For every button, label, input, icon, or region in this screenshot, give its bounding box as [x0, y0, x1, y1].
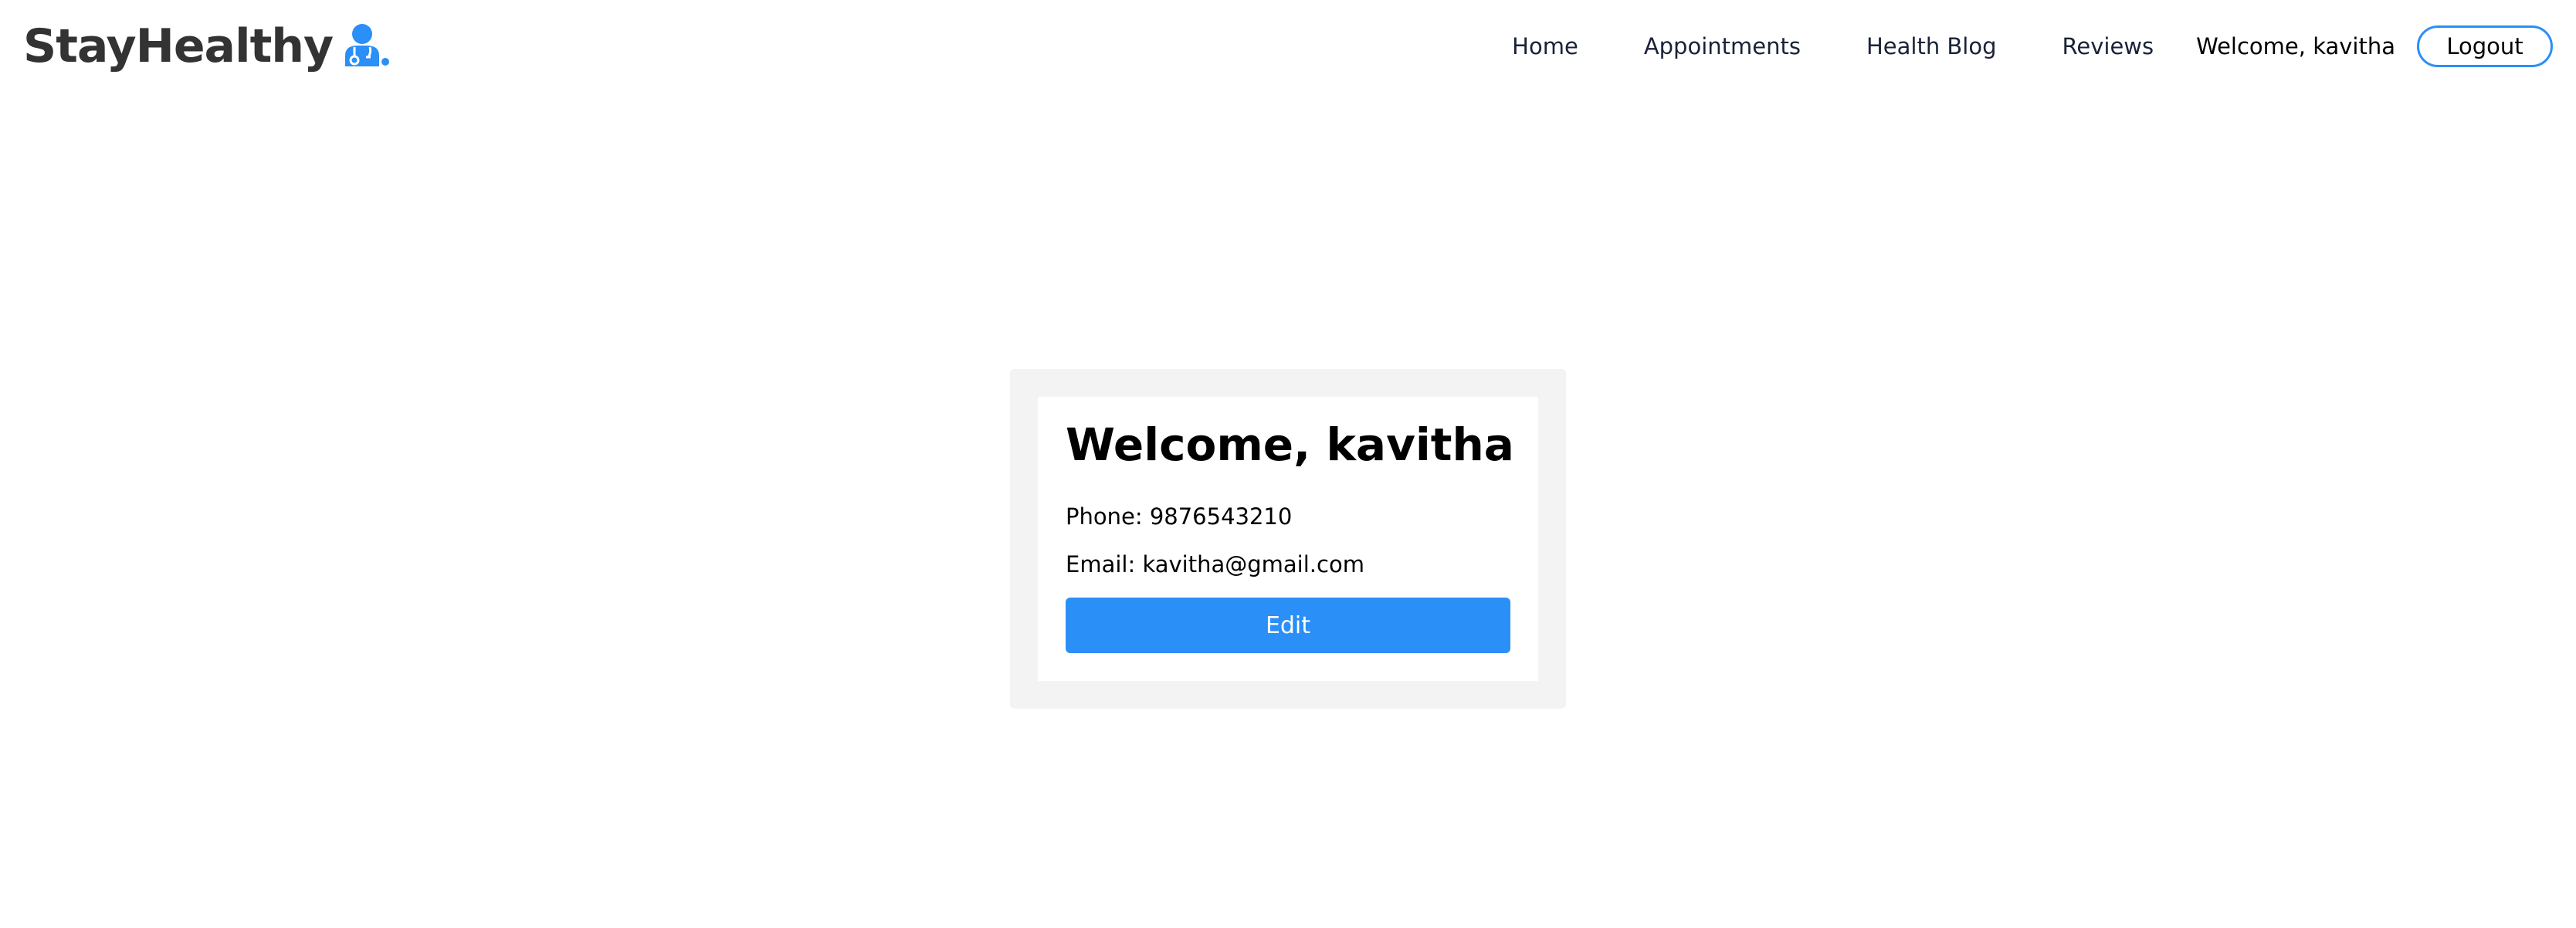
- brand-logo[interactable]: StayHealthy: [23, 15, 390, 77]
- profile-container: Welcome, kavitha Phone: 9876543210 Email…: [1010, 369, 1566, 709]
- logout-button-label: Logout: [2446, 33, 2523, 59]
- nav-reviews-link[interactable]: Reviews: [2062, 33, 2154, 59]
- profile-title: Welcome, kavitha: [1066, 418, 1514, 471]
- profile-email: Email: kavitha@gmail.com: [1066, 551, 1364, 577]
- logout-button[interactable]: Logout: [2417, 25, 2553, 67]
- profile-card: Welcome, kavitha Phone: 9876543210 Email…: [1038, 397, 1538, 681]
- brand-name: StayHealthy: [23, 19, 334, 73]
- edit-button[interactable]: Edit: [1066, 598, 1510, 653]
- profile-phone: Phone: 9876543210: [1066, 503, 1293, 530]
- nav-appointments-link[interactable]: Appointments: [1644, 33, 1801, 59]
- edit-button-label: Edit: [1265, 611, 1311, 639]
- nav-welcome-text[interactable]: Welcome, kavitha: [2196, 33, 2395, 59]
- doctor-icon: [341, 22, 390, 71]
- nav-health-blog-link[interactable]: Health Blog: [1866, 33, 1997, 59]
- nav-home-link[interactable]: Home: [1512, 33, 1578, 59]
- navbar: StayHealthy Home Appointments Health Blo…: [0, 0, 2576, 93]
- nav-links: Home Appointments Health Blog Reviews We…: [1512, 23, 2553, 69]
